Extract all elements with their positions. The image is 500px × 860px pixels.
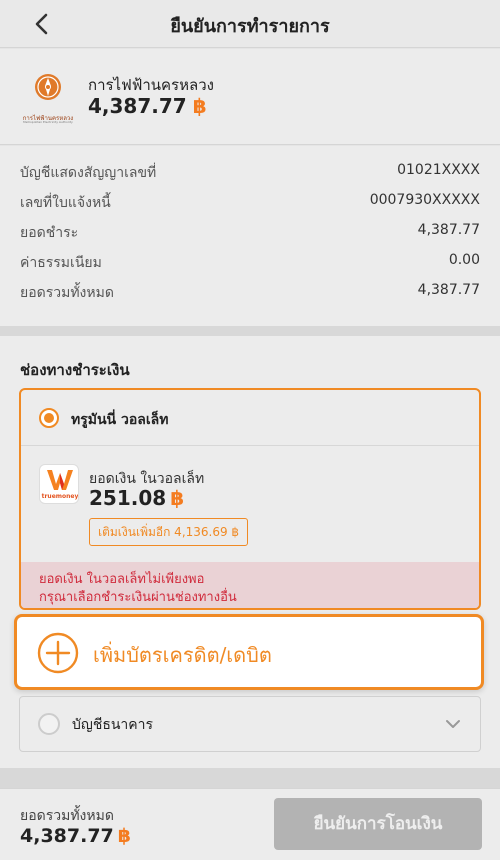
bank-account-option[interactable]: บัญชีธนาคาร (19, 696, 481, 752)
footer-total: 4,387.77 ฿ (20, 825, 131, 847)
logo-subcaption: Metropolitan Electricity Authority (23, 120, 73, 124)
detail-label: เลขที่ใบแจ้งหนี้ (20, 195, 111, 211)
biller-amount-value: 4,387.77 (88, 94, 187, 118)
detail-row-amount: ยอดชำระ 4,387.77 (20, 222, 480, 244)
detail-value: 4,387.77 (417, 222, 480, 238)
detail-value: 0007930XXXXX (369, 192, 480, 208)
wallet-balance: 251.08 ฿ (89, 486, 184, 510)
biller-section: การไฟฟ้านครหลวง Metropolitan Electricity… (0, 49, 500, 145)
biller-amount: 4,387.77 ฿ (88, 94, 207, 118)
warning-line-2: กรุณาเลือกชำระเงินผ่านช่องทางอื่น (39, 590, 237, 605)
truemoney-logo-text: truemoney (41, 493, 79, 500)
truemoney-logo: truemoney (39, 464, 79, 504)
truemoney-w-icon (47, 470, 73, 490)
chevron-down-icon (446, 720, 460, 728)
detail-label: บัญชีแสดงสัญญาเลขที่ (20, 165, 157, 181)
detail-row-fee: ค่าธรรมเนียม 0.00 (20, 252, 480, 274)
detail-label: ค่าธรรมเนียม (20, 255, 102, 271)
add-credit-debit-card-button[interactable]: เพิ่มบัตรเครดิต/เดบิต (14, 614, 484, 690)
footer-total-label: ยอดรวมทั้งหมด (20, 808, 114, 824)
page-title: ยืนยันการทำรายการ (170, 16, 330, 37)
detail-value: 4,387.77 (417, 282, 480, 298)
footer-bar: ยอดรวมทั้งหมด 4,387.77 ฿ ยืนยันการโอนเงิน (0, 788, 500, 860)
radio-unselected[interactable] (38, 713, 60, 735)
confirm-transfer-button[interactable]: ยืนยันการโอนเงิน (274, 798, 482, 850)
radio-selected[interactable] (39, 408, 59, 428)
detail-value: 0.00 (448, 252, 480, 268)
section-divider (0, 768, 500, 788)
baht-symbol: ฿ (192, 94, 207, 118)
detail-label: ยอดชำระ (20, 225, 79, 241)
baht-symbol: ฿ (117, 825, 131, 847)
detail-row-contract: บัญชีแสดงสัญญาเลขที่ 01021XXXX (20, 162, 480, 184)
wallet-name: ทรูมันนี่ วอลเล็ท (71, 412, 169, 428)
mea-seal-icon (35, 74, 61, 100)
plus-circle-icon (37, 632, 79, 674)
section-divider (0, 326, 500, 336)
wallet-option-header[interactable]: ทรูมันนี่ วอลเล็ท (21, 390, 479, 446)
topup-button[interactable]: เติมเงินเพิ่มอีก 4,136.69 ฿ (89, 518, 249, 546)
payment-section: ช่องทางชำระเงิน ทรูมันนี่ วอลเล็ท truemo… (0, 336, 500, 768)
detail-row-total: ยอดรวมทั้งหมด 4,387.77 (20, 282, 480, 304)
truemoney-wallet-option: ทรูมันนี่ วอลเล็ท truemoney ยอดเงิน ในวอ… (19, 388, 481, 610)
wallet-balance-value: 251.08 (89, 486, 167, 510)
detail-row-invoice: เลขที่ใบแจ้งหนี้ 0007930XXXXX (20, 192, 480, 214)
baht-symbol: ฿ (170, 486, 185, 510)
bill-details: บัญชีแสดงสัญญาเลขที่ 01021XXXX เลขที่ใบแ… (0, 146, 500, 326)
bank-account-label: บัญชีธนาคาร (72, 717, 154, 733)
footer-total-value: 4,387.77 (20, 825, 114, 847)
detail-value: 01021XXXX (397, 162, 480, 178)
mea-logo: การไฟฟ้านครหลวง Metropolitan Electricity… (18, 67, 78, 125)
header-bar: ยืนยันการทำรายการ (0, 0, 500, 48)
add-card-label: เพิ่มบัตรเครดิต/เดบิต (93, 643, 272, 667)
detail-label: ยอดรวมทั้งหมด (20, 285, 114, 301)
payment-section-title: ช่องทางชำระเงิน (20, 361, 130, 379)
insufficient-balance-warning: ยอดเงิน ในวอลเล็ทไม่เพียงพอ กรุณาเลือกชำ… (21, 562, 479, 608)
